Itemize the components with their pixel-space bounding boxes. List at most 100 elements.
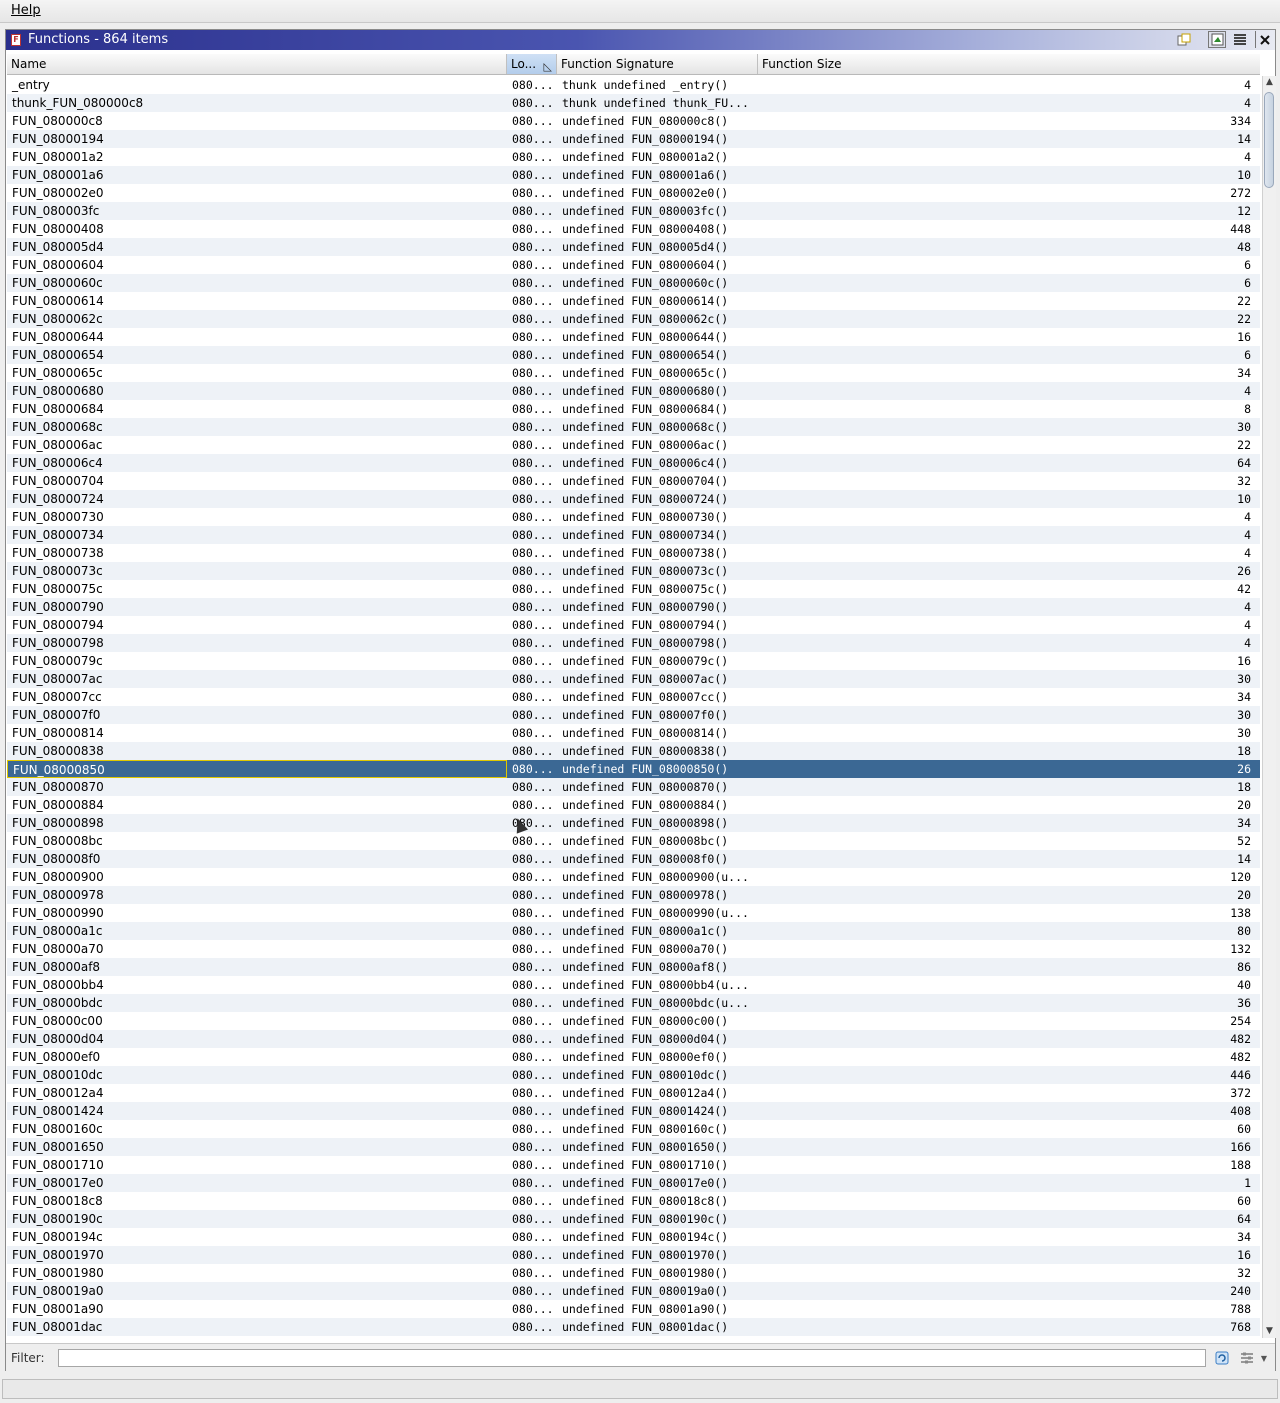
table-row[interactable]: FUN_08000884 080... undefined FUN_08000884… [7, 796, 1260, 814]
table-row[interactable]: FUN_08000644 080... undefined FUN_08000644… [7, 328, 1260, 346]
table-row[interactable]: FUN_08000738 080... undefined FUN_08000738… [7, 544, 1260, 562]
table-row[interactable]: FUN_08001424 080... undefined FUN_08001424… [7, 1102, 1260, 1120]
table-row[interactable]: FUN_080007f0 080... undefined FUN_080007f0… [7, 706, 1260, 724]
table-row[interactable]: FUN_08000c00 080... undefined FUN_08000c00… [7, 1012, 1260, 1030]
table-row[interactable]: FUN_08000d04 080... undefined FUN_08000d04… [7, 1030, 1260, 1048]
table-row[interactable]: FUN_08000838 080... undefined FUN_08000838… [7, 742, 1260, 760]
table-row[interactable]: FUN_08000680 080... undefined FUN_08000680… [7, 382, 1260, 400]
table-row[interactable]: FUN_0800068c 080... undefined FUN_0800068c… [7, 418, 1260, 436]
table-row[interactable]: FUN_08001dac 080... undefined FUN_08001dac… [7, 1318, 1260, 1336]
table-row[interactable]: FUN_08000a70 080... undefined FUN_08000a70… [7, 940, 1260, 958]
table-row[interactable]: FUN_08001970 080... undefined FUN_08001970… [7, 1246, 1260, 1264]
scroll-up-icon[interactable]: ▲ [1263, 76, 1276, 89]
scrollbar-thumb[interactable] [1264, 92, 1274, 188]
table-row[interactable]: FUN_08000870 080... undefined FUN_08000870… [7, 778, 1260, 796]
table-row[interactable]: FUN_0800065c 080... undefined FUN_0800065c… [7, 364, 1260, 382]
table-row[interactable]: FUN_08000ef0 080... undefined FUN_08000ef0… [7, 1048, 1260, 1066]
table-row[interactable]: FUN_080006ac 080... undefined FUN_080006ac… [7, 436, 1260, 454]
table-row[interactable]: FUN_080008bc 080... undefined FUN_080008bc… [7, 832, 1260, 850]
table-row[interactable]: FUN_08000978 080... undefined FUN_08000978… [7, 886, 1260, 904]
table-row[interactable]: FUN_08001a90 080... undefined FUN_08001a90… [7, 1300, 1260, 1318]
cell-signature: undefined FUN_08000814() [562, 726, 729, 740]
menu-help[interactable]: Help [11, 3, 41, 18]
scroll-down-icon[interactable]: ▼ [1263, 1325, 1276, 1338]
table-row[interactable]: FUN_080001a6 080... undefined FUN_080001a6… [7, 166, 1260, 184]
table-row[interactable]: FUN_08001710 080... undefined FUN_08001710… [7, 1156, 1260, 1174]
copy-icon[interactable] [1175, 31, 1193, 48]
table-row[interactable]: FUN_08000194 080... undefined FUN_08000194… [7, 130, 1260, 148]
cell-signature: undefined FUN_08000704() [562, 474, 729, 488]
table-row[interactable]: FUN_080018c8 080... undefined FUN_080018c8… [7, 1192, 1260, 1210]
close-icon[interactable] [1255, 31, 1273, 48]
table-row[interactable]: FUN_08000614 080... undefined FUN_08000614… [7, 292, 1260, 310]
table-row[interactable]: FUN_0800073c 080... undefined FUN_0800073c… [7, 562, 1260, 580]
table-row[interactable]: FUN_08000900 080... undefined FUN_08000900… [7, 868, 1260, 886]
table-row[interactable]: FUN_080006c4 080... undefined FUN_080006c4… [7, 454, 1260, 472]
table-row[interactable]: FUN_08000af8 080... undefined FUN_08000af8… [7, 958, 1260, 976]
table-row[interactable]: FUN_08000898 080... undefined FUN_08000898… [7, 814, 1260, 832]
vertical-scrollbar[interactable]: ▲ ▼ [1262, 76, 1276, 1338]
cell-size: 22 [1237, 312, 1251, 326]
table-row[interactable]: FUN_08000408 080... undefined FUN_08000408… [7, 220, 1260, 238]
table-row[interactable]: thunk_FUN_080000c8 080... thunk undefined … [7, 94, 1260, 112]
table-row[interactable]: FUN_080010dc 080... undefined FUN_080010dc… [7, 1066, 1260, 1084]
column-header-signature[interactable]: Function Signature [557, 54, 758, 74]
table-row[interactable]: FUN_080000c8 080... undefined FUN_080000c8… [7, 112, 1260, 130]
table-row[interactable]: FUN_08000794 080... undefined FUN_08000794… [7, 616, 1260, 634]
table-row[interactable]: FUN_0800079c 080... undefined FUN_0800079c… [7, 652, 1260, 670]
table-row[interactable]: FUN_08000604 080... undefined FUN_08000604… [7, 256, 1260, 274]
cell-size: 16 [1237, 330, 1251, 344]
table-row[interactable]: FUN_080019a0 080... undefined FUN_080019a0… [7, 1282, 1260, 1300]
table-row[interactable]: FUN_08000654 080... undefined FUN_08000654… [7, 346, 1260, 364]
table-row[interactable]: FUN_080012a4 080... undefined FUN_080012a4… [7, 1084, 1260, 1102]
window-titlebar[interactable]: F Functions - 864 items [6, 30, 1275, 50]
table-row[interactable]: FUN_080002e0 080... undefined FUN_080002e0… [7, 184, 1260, 202]
filter-refresh-icon[interactable] [1214, 1350, 1230, 1366]
table-row[interactable]: FUN_0800190c 080... undefined FUN_0800190c… [7, 1210, 1260, 1228]
table-row[interactable]: FUN_080007cc 080... undefined FUN_080007cc… [7, 688, 1260, 706]
column-header-name[interactable]: Name [7, 54, 507, 74]
table-row[interactable]: FUN_08001980 080... undefined FUN_08001980… [7, 1264, 1260, 1282]
cell-size: 86 [1237, 960, 1251, 974]
filter-input[interactable] [58, 1349, 1206, 1367]
table-row[interactable]: FUN_080001a2 080... undefined FUN_080001a2… [7, 148, 1260, 166]
dropdown-arrow-icon[interactable]: ▼ [1259, 1350, 1269, 1366]
table-row[interactable]: FUN_080007ac 080... undefined FUN_080007ac… [7, 670, 1260, 688]
table-row[interactable]: FUN_0800160c 080... undefined FUN_0800160c… [7, 1120, 1260, 1138]
table-row[interactable]: _entry 080... thunk undefined _entry() 4 [7, 76, 1260, 94]
table-row[interactable]: FUN_08000730 080... undefined FUN_08000730… [7, 508, 1260, 526]
table-row[interactable]: FUN_08000704 080... undefined FUN_08000704… [7, 472, 1260, 490]
cell-location: 080... [512, 1302, 554, 1316]
table-row[interactable]: FUN_08000798 080... undefined FUN_08000798… [7, 634, 1260, 652]
column-header-size[interactable]: Function Size [758, 54, 1260, 74]
table-row[interactable]: FUN_080003fc 080... undefined FUN_080003fc… [7, 202, 1260, 220]
table-row[interactable]: FUN_08000850 080... undefined FUN_08000850… [7, 760, 1260, 778]
table-row[interactable]: FUN_0800062c 080... undefined FUN_0800062c… [7, 310, 1260, 328]
table-row[interactable]: FUN_08000990 080... undefined FUN_08000990… [7, 904, 1260, 922]
navigate-icon[interactable] [1208, 31, 1226, 48]
table-row[interactable]: FUN_08000814 080... undefined FUN_08000814… [7, 724, 1260, 742]
column-header-location[interactable]: Lo... ◺ [507, 54, 557, 74]
table-row[interactable]: FUN_080017e0 080... undefined FUN_080017e0… [7, 1174, 1260, 1192]
table-row[interactable]: FUN_08000bb4 080... undefined FUN_08000bb4… [7, 976, 1260, 994]
table-row[interactable]: FUN_0800060c 080... undefined FUN_0800060c… [7, 274, 1260, 292]
table-row[interactable]: FUN_08000790 080... undefined FUN_08000790… [7, 598, 1260, 616]
filter-options-icon[interactable] [1239, 1350, 1255, 1366]
table-row[interactable]: FUN_08000a1c 080... undefined FUN_08000a1c… [7, 922, 1260, 940]
cell-location: 080... [512, 582, 554, 596]
table-row[interactable]: FUN_080005d4 080... undefined FUN_080005d4… [7, 238, 1260, 256]
table-row[interactable]: FUN_08000734 080... undefined FUN_08000734… [7, 526, 1260, 544]
table-row[interactable]: FUN_08000724 080... undefined FUN_08000724… [7, 490, 1260, 508]
table-row[interactable]: FUN_0800075c 080... undefined FUN_0800075c… [7, 580, 1260, 598]
cell-signature: undefined FUN_08001424() [562, 1104, 729, 1118]
cell-size: 6 [1244, 258, 1251, 272]
table-row[interactable]: FUN_080008f0 080... undefined FUN_080008f0… [7, 850, 1260, 868]
cell-signature: undefined FUN_08000730() [562, 510, 729, 524]
table-view-icon[interactable] [1231, 31, 1249, 48]
cell-name: FUN_08001980 [12, 1266, 104, 1280]
table-row[interactable]: FUN_0800194c 080... undefined FUN_0800194c… [7, 1228, 1260, 1246]
table-row[interactable]: FUN_08000bdc 080... undefined FUN_08000bdc… [7, 994, 1260, 1012]
table-row[interactable]: FUN_08000684 080... undefined FUN_08000684… [7, 400, 1260, 418]
cell-location: 080... [512, 690, 554, 704]
table-row[interactable]: FUN_08001650 080... undefined FUN_08001650… [7, 1138, 1260, 1156]
